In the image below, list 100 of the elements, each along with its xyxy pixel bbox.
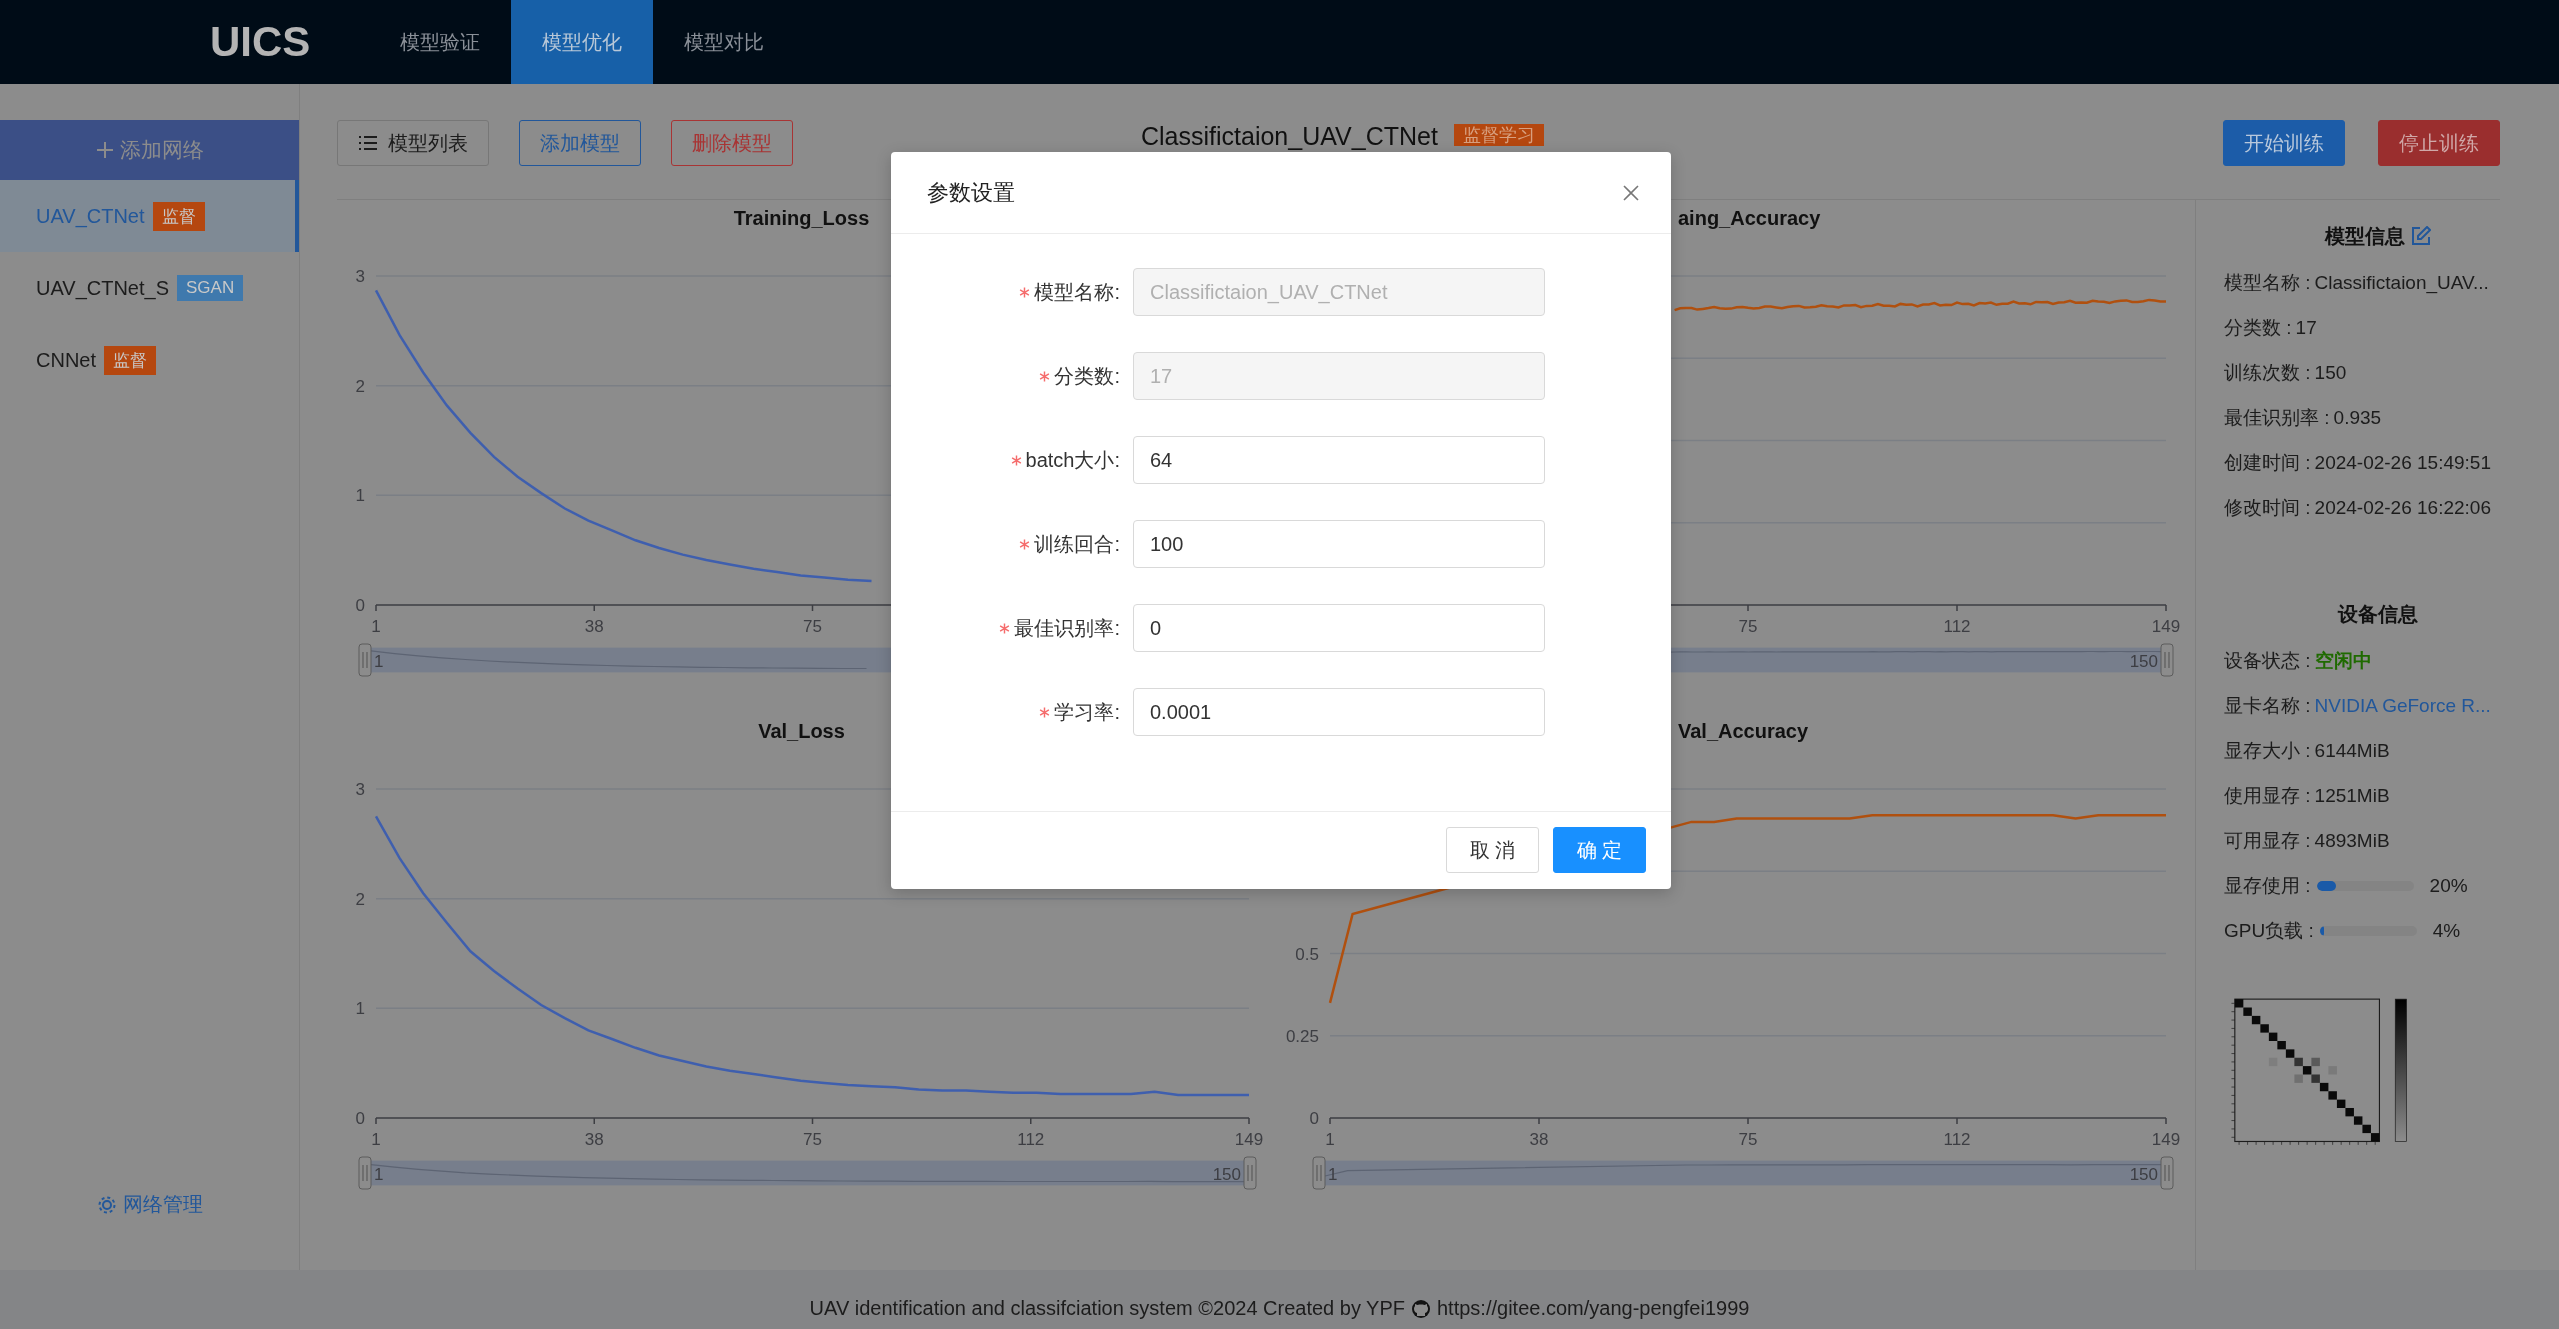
- footer-text: UAV identification and classifciation system ©2024 Created by YPF: [809, 1297, 1405, 1320]
- nav-tab[interactable]: 模型验证: [369, 0, 512, 84]
- info-label: 使用显存 :: [2224, 783, 2311, 808]
- info-value: 2024-02-26 16:22:06: [2314, 496, 2491, 519]
- field-label: 学习率:: [1054, 699, 1120, 725]
- progress-reading: 20%: [2429, 874, 2468, 897]
- network-item[interactable]: CNNet 监督: [0, 324, 299, 396]
- field-label: 分类数:: [1054, 363, 1120, 389]
- nav-tab[interactable]: 模型对比: [653, 0, 796, 84]
- axis-label: 0: [355, 1109, 365, 1128]
- network-manage-link[interactable]: 网络管理: [0, 1191, 299, 1218]
- chart-title: Val_Accuracy: [1678, 719, 1809, 744]
- info-label: 设备状态 :: [2224, 648, 2311, 673]
- slider-label: 1: [374, 652, 384, 671]
- app-logo: UICS: [210, 18, 311, 66]
- slider-handle[interactable]: [1243, 1156, 1257, 1190]
- info-label: 模型名称 :: [2224, 270, 2311, 295]
- info-value: 17: [2295, 316, 2317, 339]
- axis-label: 0.25: [1285, 1026, 1319, 1046]
- stop-button[interactable]: 停止训练: [2378, 120, 2500, 166]
- axis-label: 0: [355, 596, 365, 615]
- slider-handle[interactable]: [358, 1156, 372, 1190]
- info-label: GPU负载 :: [2224, 918, 2314, 943]
- network-item[interactable]: UAV_CTNet_S SGAN: [0, 252, 299, 324]
- axis-label: 2: [355, 376, 365, 396]
- dialog-title: 参数设置: [927, 178, 1015, 207]
- gear-icon: [96, 1194, 117, 1215]
- progress-reading: 4%: [2432, 919, 2461, 942]
- section-title: 设备信息: [2337, 601, 2418, 627]
- info-value: 1251MiB: [2314, 784, 2390, 807]
- slider-label: 1: [1328, 1165, 1338, 1184]
- network-item[interactable]: UAV_CTNet 监督: [0, 180, 299, 252]
- model-tag: 监督学习: [1453, 124, 1544, 146]
- axis-label: 75: [1738, 1130, 1758, 1149]
- axis-label: 3: [355, 267, 365, 286]
- footer-link[interactable]: https://gitee.com/yang-pengfei1999: [1437, 1297, 1750, 1320]
- slider-label: 150: [2129, 652, 2158, 671]
- section-title: 模型信息: [2324, 223, 2405, 249]
- zoom-slider[interactable]: [370, 1161, 1245, 1185]
- axis-label: 149: [2151, 1130, 2181, 1149]
- close-icon[interactable]: [1621, 182, 1641, 203]
- gpu-name-link[interactable]: NVIDIA GeForce R...: [2314, 694, 2491, 717]
- axis-label: 38: [584, 1130, 604, 1149]
- logo-icon: [1411, 1298, 1431, 1319]
- slider-handle[interactable]: [1312, 1156, 1326, 1190]
- axis-label: 75: [1738, 617, 1758, 636]
- network-tag: 监督: [104, 345, 156, 375]
- slider-handle[interactable]: [358, 643, 372, 677]
- confirm-button[interactable]: 确 定: [1553, 827, 1646, 873]
- add-network-button[interactable]: 添加网络: [0, 120, 299, 180]
- axis-label: 1: [371, 1130, 381, 1149]
- axis-label: 112: [1017, 1130, 1045, 1149]
- axis-label: 112: [1943, 1130, 1971, 1149]
- info-label: 创建时间 :: [2224, 450, 2311, 475]
- axis-label: 3: [355, 780, 365, 799]
- zoom-slider[interactable]: [1324, 1161, 2162, 1185]
- axis-label: 1: [1325, 1130, 1335, 1149]
- input-field[interactable]: 64: [1133, 436, 1545, 484]
- info-label: 训练次数 :: [2224, 360, 2311, 385]
- info-value: Classifictaion_UAV...: [2314, 271, 2489, 294]
- model-title: Classifictaion_UAV_CTNet: [1141, 122, 1438, 150]
- slider-handle[interactable]: [2160, 643, 2174, 677]
- nav-tab[interactable]: 模型优化: [511, 0, 654, 84]
- slider-label: 150: [2129, 1165, 2158, 1184]
- axis-label: 1: [371, 617, 381, 636]
- toolbar-button[interactable]: 模型列表: [337, 120, 489, 166]
- axis-label: 149: [1234, 1130, 1264, 1149]
- info-label: 显卡名称 :: [2224, 693, 2311, 718]
- info-label: 显存使用 :: [2224, 873, 2311, 898]
- chart-title: aing_Accuracy: [1678, 206, 1821, 231]
- chart-title: Training_Loss: [733, 206, 870, 231]
- axis-label: 1: [355, 999, 365, 1019]
- info-label: 分类数 :: [2224, 315, 2292, 340]
- network-tag: SGAN: [177, 275, 244, 301]
- slider-label: 150: [1212, 1165, 1241, 1184]
- axis-label: 112: [1943, 617, 1971, 636]
- axis-label: 38: [1529, 1130, 1549, 1149]
- toolbar-button[interactable]: 添加模型: [519, 120, 641, 166]
- cancel-button[interactable]: 取 消: [1446, 827, 1539, 873]
- axis-label: 38: [584, 617, 604, 636]
- info-label: 可用显存 :: [2224, 828, 2311, 853]
- slider-handle[interactable]: [2160, 1156, 2174, 1190]
- field-label: 模型名称:: [1034, 279, 1120, 305]
- axis-label: 149: [2151, 617, 2181, 636]
- info-label: 修改时间 :: [2224, 495, 2311, 520]
- field-label: batch大小:: [1025, 447, 1120, 473]
- info-label: 显存大小 :: [2224, 738, 2311, 763]
- network-tag: 监督: [152, 201, 205, 231]
- input-field[interactable]: 0.0001: [1133, 688, 1545, 736]
- axis-label: 1: [355, 486, 365, 506]
- info-value: 0.935: [2333, 406, 2382, 429]
- edit-icon: [2410, 226, 2431, 246]
- start-button[interactable]: 开始训练: [2223, 120, 2345, 166]
- status-value: 空闲中: [2314, 648, 2372, 673]
- info-value: 4893MiB: [2314, 829, 2390, 852]
- input-field[interactable]: 100: [1133, 520, 1545, 568]
- input-field[interactable]: 0: [1133, 604, 1545, 652]
- axis-label: 2: [355, 889, 365, 909]
- field-label: 最佳识别率:: [1014, 615, 1120, 641]
- list-icon: [358, 135, 378, 151]
